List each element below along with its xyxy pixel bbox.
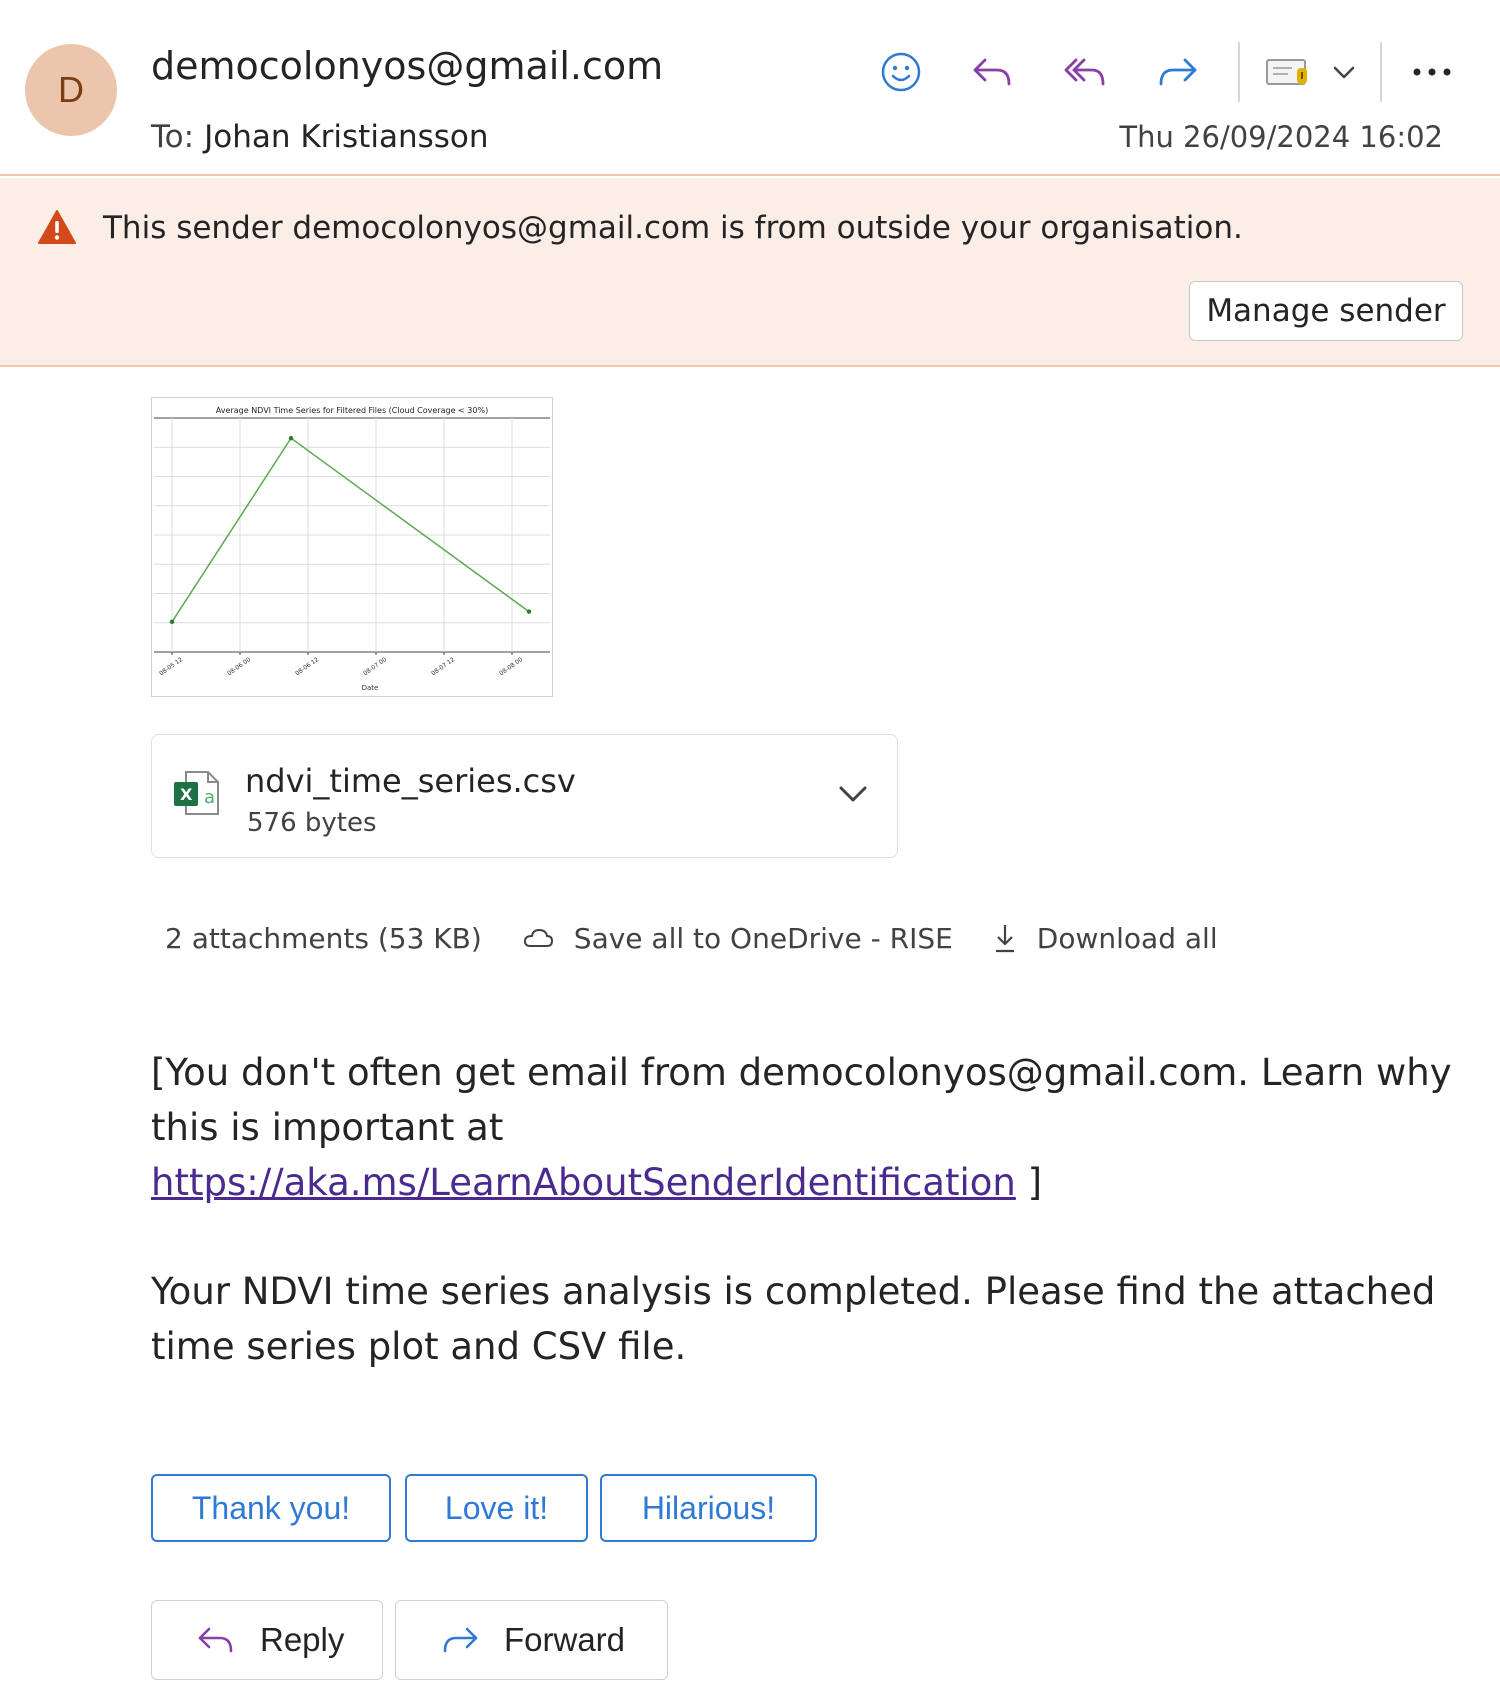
excel-file-icon: a X <box>174 771 219 815</box>
chart-title: Average NDVI Time Series for Filtered Fi… <box>216 406 488 415</box>
reaction-button[interactable] <box>870 44 932 100</box>
message-body-paragraph-2: Your NDVI time series analysis is comple… <box>151 1270 1436 1368</box>
svg-text:X: X <box>180 785 193 804</box>
forward-icon <box>1159 58 1197 86</box>
avatar[interactable]: D <box>25 44 117 136</box>
smiley-icon <box>881 52 921 92</box>
data-point <box>526 609 532 614</box>
x-tick-label: 08-07 00 <box>362 656 388 677</box>
body-notice-text: [You don't often get email from democolo… <box>151 1051 1452 1149</box>
series-line <box>171 437 530 623</box>
message-date: Thu 26/09/2024 16:02 <box>1119 120 1443 154</box>
body-notice-suffix: ] <box>1015 1161 1043 1204</box>
more-icon <box>1413 68 1451 76</box>
save-all-label: Save all to OneDrive - RISE <box>573 921 953 955</box>
forward-button[interactable] <box>1146 44 1208 100</box>
quick-reply-love-it[interactable]: Love it! <box>405 1474 588 1542</box>
download-all-button[interactable]: Download all <box>993 922 1218 955</box>
reply-button[interactable] <box>962 44 1024 100</box>
chevron-down-icon[interactable] <box>837 783 869 805</box>
to-label: To: <box>151 119 195 155</box>
reply-button-bottom[interactable]: Reply <box>151 1600 383 1680</box>
avatar-initial: D <box>58 69 84 110</box>
more-actions-button[interactable] <box>1382 44 1482 100</box>
data-point <box>288 436 294 441</box>
warning-icon <box>38 210 76 244</box>
ndvi-chart: Average NDVI Time Series for Filtered Fi… <box>154 406 550 692</box>
download-all-label: Download all <box>1036 921 1218 955</box>
attachment-size: 576 bytes <box>247 808 377 838</box>
forward-button-bottom[interactable]: Forward <box>395 1600 668 1680</box>
x-tick-label: 08-08 00 <box>498 656 524 677</box>
x-tick-label: 08-06 00 <box>226 656 252 677</box>
attachments-summary: 2 attachments (53 KB) Save all to OneDri… <box>165 918 1258 958</box>
reply-icon <box>198 1627 233 1653</box>
to-recipient[interactable]: Johan Kristiansson <box>204 119 488 155</box>
manage-sender-button[interactable]: Manage sender <box>1189 281 1463 341</box>
forward-label: Forward <box>504 1621 626 1658</box>
reply-all-icon <box>1064 58 1105 86</box>
sender-address[interactable]: democolonyos@gmail.com <box>151 44 663 88</box>
chart-attachment-thumbnail[interactable]: Average NDVI Time Series for Filtered Fi… <box>151 397 553 697</box>
attachments-count: 2 attachments (53 KB) <box>165 922 482 955</box>
mark-dropdown[interactable] <box>1240 44 1380 100</box>
quick-reply-hilarious[interactable]: Hilarious! <box>600 1474 817 1542</box>
quick-reply-thank-you[interactable]: Thank you! <box>151 1474 391 1542</box>
mark-icon <box>1266 59 1307 85</box>
reply-icon <box>973 58 1011 86</box>
download-icon <box>995 925 1014 953</box>
csv-attachment-card[interactable]: a X ndvi_time_series.csv 576 bytes <box>151 734 898 858</box>
reply-label: Reply <box>260 1621 345 1658</box>
learn-more-link[interactable]: https://aka.ms/LearnAboutSenderIdentific… <box>151 1161 1016 1204</box>
svg-text:a: a <box>204 787 215 808</box>
to-line: To: Johan Kristiansson <box>151 119 489 155</box>
reply-all-button[interactable] <box>1054 44 1116 100</box>
message-body-paragraph-1: [You don't often get email from democolo… <box>151 1045 1471 1210</box>
save-all-onedrive-button[interactable]: Save all to OneDrive - RISE <box>522 922 953 955</box>
attachment-filename: ndvi_time_series.csv <box>245 762 576 800</box>
data-point <box>169 619 175 624</box>
warning-text: This sender democolonyos@gmail.com is fr… <box>103 210 1243 246</box>
message-toolbar <box>870 42 1482 102</box>
attachments-count-label: 2 attachments (53 KB) <box>165 921 482 955</box>
cloud-icon <box>523 928 553 947</box>
x-tick-label: 08-05 12 <box>158 656 184 677</box>
x-tick-label: 08-07 12 <box>430 656 456 677</box>
forward-icon <box>443 1627 478 1653</box>
x-tick-label: 08-06 12 <box>294 656 320 677</box>
x-axis-label: Date <box>362 684 379 692</box>
chevron-down-icon <box>1333 66 1355 79</box>
message-header: D democolonyos@gmail.com To: Johan Kristi… <box>0 0 1500 176</box>
